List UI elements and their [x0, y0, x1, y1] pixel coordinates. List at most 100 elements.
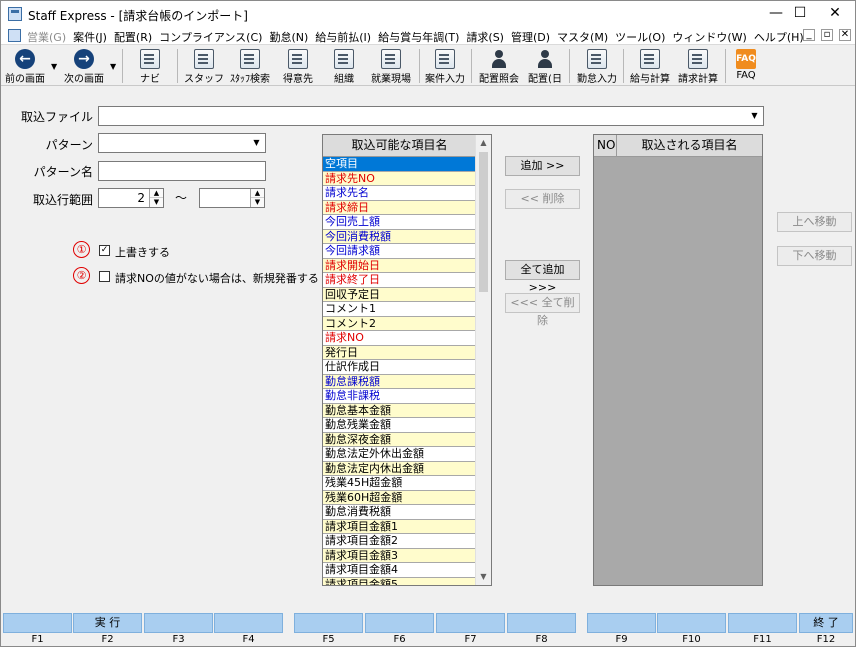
menu-item[interactable]: ウィンドウ(W): [672, 29, 753, 45]
navi-button[interactable]: ナビ: [130, 46, 170, 86]
back-button[interactable]: ← 前の画面: [3, 46, 47, 86]
organization-button[interactable]: 組織: [324, 46, 364, 86]
list-item[interactable]: 請求項目金額4: [323, 563, 476, 578]
back-dropdown-icon[interactable]: ▼: [51, 62, 57, 71]
billing-calc-button[interactable]: 請求計算: [675, 46, 721, 86]
list-item[interactable]: 請求NO: [323, 331, 476, 346]
worksite-button[interactable]: 就業現場: [367, 46, 415, 86]
new-number-checkbox[interactable]: [99, 271, 110, 282]
list-item[interactable]: 残業60H超金額: [323, 490, 476, 506]
scroll-up-icon[interactable]: ▲: [476, 135, 491, 151]
next-button[interactable]: → 次の画面: [61, 46, 107, 86]
delete-all-button[interactable]: <<< 全て削除: [505, 293, 580, 327]
list-item[interactable]: 空項目: [323, 157, 476, 172]
function-key-f4[interactable]: [214, 613, 283, 633]
function-key-f12[interactable]: 終 了: [799, 613, 853, 633]
overwrite-checkbox[interactable]: ✓: [99, 245, 110, 256]
attendance-input-button[interactable]: 勤怠入力: [573, 46, 621, 86]
scroll-down-icon[interactable]: ▼: [476, 569, 491, 585]
function-key-f6[interactable]: [365, 613, 434, 633]
scroll-thumb[interactable]: [479, 152, 488, 292]
next-dropdown-icon[interactable]: ▼: [110, 62, 116, 71]
close-button[interactable]: ✕: [812, 1, 856, 27]
mdi-minimize-button[interactable]: _: [803, 29, 815, 41]
list-item[interactable]: 仕訳作成日: [323, 360, 476, 375]
menu-item[interactable]: 給与賞与年調(T): [378, 29, 466, 45]
list-item[interactable]: 発行日: [323, 345, 476, 361]
mdi-restore-button[interactable]: ▫: [821, 29, 833, 41]
list-item[interactable]: 勤怠課税額: [323, 374, 476, 390]
function-key-f11[interactable]: [728, 613, 797, 633]
list-item[interactable]: 勤怠非課税: [323, 389, 476, 404]
menu-item[interactable]: コンプライアンス(C): [159, 29, 269, 45]
function-key-f7[interactable]: [436, 613, 505, 633]
function-key-f9[interactable]: [587, 613, 656, 633]
function-key-f10[interactable]: [657, 613, 726, 633]
row-from-stepper[interactable]: 2 ▲ ▼: [98, 188, 164, 208]
list-item[interactable]: 勤怠法定外休出金額: [323, 447, 476, 462]
pattern-combo[interactable]: ▼: [98, 133, 266, 153]
list-item[interactable]: 請求開始日: [323, 258, 476, 274]
list-item[interactable]: 回収予定日: [323, 287, 476, 303]
menu-item[interactable]: 配置(R): [114, 29, 159, 45]
list-item[interactable]: 勤怠基本金額: [323, 403, 476, 419]
menu-item[interactable]: 営業(G): [27, 29, 73, 45]
import-file-combo[interactable]: ▼: [98, 106, 764, 126]
mdi-close-button[interactable]: ✕: [839, 29, 851, 41]
add-button[interactable]: 追加 >>: [505, 156, 580, 176]
pattern-name-input[interactable]: [98, 161, 266, 181]
function-key-f3[interactable]: [144, 613, 213, 633]
list-item[interactable]: コメント1: [323, 302, 476, 317]
payroll-calc-button[interactable]: 給与計算: [627, 46, 673, 86]
function-key-f8[interactable]: [507, 613, 576, 633]
function-key-label: F9: [615, 634, 628, 645]
spin-icon[interactable]: ▲ ▼: [250, 189, 264, 207]
menu-item[interactable]: 給与前払(I): [315, 29, 378, 45]
list-item[interactable]: コメント2: [323, 316, 476, 332]
spin-icon[interactable]: ▲ ▼: [149, 189, 163, 207]
delete-button[interactable]: << 削除: [505, 189, 580, 209]
list-item[interactable]: 勤怠消費税額: [323, 505, 476, 520]
list-item[interactable]: 勤怠残業金額: [323, 418, 476, 433]
list-item[interactable]: 残業45H超金額: [323, 476, 476, 491]
staff-search-button[interactable]: ｽﾀｯﾌ検索: [228, 46, 272, 86]
list-item[interactable]: 請求項目金額3: [323, 548, 476, 564]
chevron-down-icon[interactable]: ▼: [249, 135, 264, 151]
list-item[interactable]: 請求項目金額1: [323, 519, 476, 535]
faq-button[interactable]: FAQ FAQ: [729, 46, 763, 86]
list-item[interactable]: 今回請求額: [323, 244, 476, 259]
list-item[interactable]: 請求項目金額5: [323, 577, 476, 585]
list-item[interactable]: 今回消費税額: [323, 229, 476, 245]
function-key-f5[interactable]: [294, 613, 363, 633]
menu-item[interactable]: ツール(O): [615, 29, 672, 45]
list-item[interactable]: 請求締日: [323, 200, 476, 216]
menu-item[interactable]: 勤怠(N): [269, 29, 315, 45]
list-item[interactable]: 勤怠深夜金額: [323, 432, 476, 448]
list-item[interactable]: 勤怠法定内休出金額: [323, 461, 476, 477]
menu-item[interactable]: 管理(D): [511, 29, 557, 45]
menu-item[interactable]: マスタ(M): [557, 29, 615, 45]
available-items-list[interactable]: 取込可能な項目名 空項目 請求先NO 請求先名 請求締日 今回売上額 今回消費税額 今回請求…: [322, 134, 492, 586]
customer-button[interactable]: 得意先: [278, 46, 318, 86]
chevron-down-icon[interactable]: ▼: [747, 108, 762, 124]
list-item[interactable]: 今回売上額: [323, 215, 476, 230]
function-key-f1[interactable]: [3, 613, 72, 633]
list-item[interactable]: 請求終了日: [323, 273, 476, 288]
list-item[interactable]: 請求先NO: [323, 171, 476, 187]
staff-button[interactable]: スタッフ: [184, 46, 224, 86]
menu-item[interactable]: 請求(S): [466, 29, 511, 45]
add-all-button[interactable]: 全て追加 >>>: [505, 260, 580, 294]
move-up-button[interactable]: 上へ移動: [777, 212, 852, 232]
case-input-button[interactable]: 案件入力: [422, 46, 468, 86]
list-item[interactable]: 請求先名: [323, 186, 476, 201]
list-scrollbar[interactable]: ▲ ▼: [475, 135, 491, 585]
menu-bar: 営業(G) 案件(J) 配置(R) コンプライアンス(C) 勤怠(N) 給与前払(I) 給与…: [1, 27, 855, 45]
placement-day-button[interactable]: 配置(日: [525, 46, 565, 86]
placement-inquiry-button[interactable]: 配置照会: [475, 46, 523, 86]
move-down-button[interactable]: 下へ移動: [777, 246, 852, 266]
menu-item[interactable]: 案件(J): [73, 29, 114, 45]
function-key-f2[interactable]: 実 行: [73, 613, 142, 633]
imported-items-list[interactable]: NO 取込される項目名: [593, 134, 763, 586]
list-item[interactable]: 請求項目金額2: [323, 534, 476, 549]
row-to-stepper[interactable]: ▲ ▼: [199, 188, 265, 208]
